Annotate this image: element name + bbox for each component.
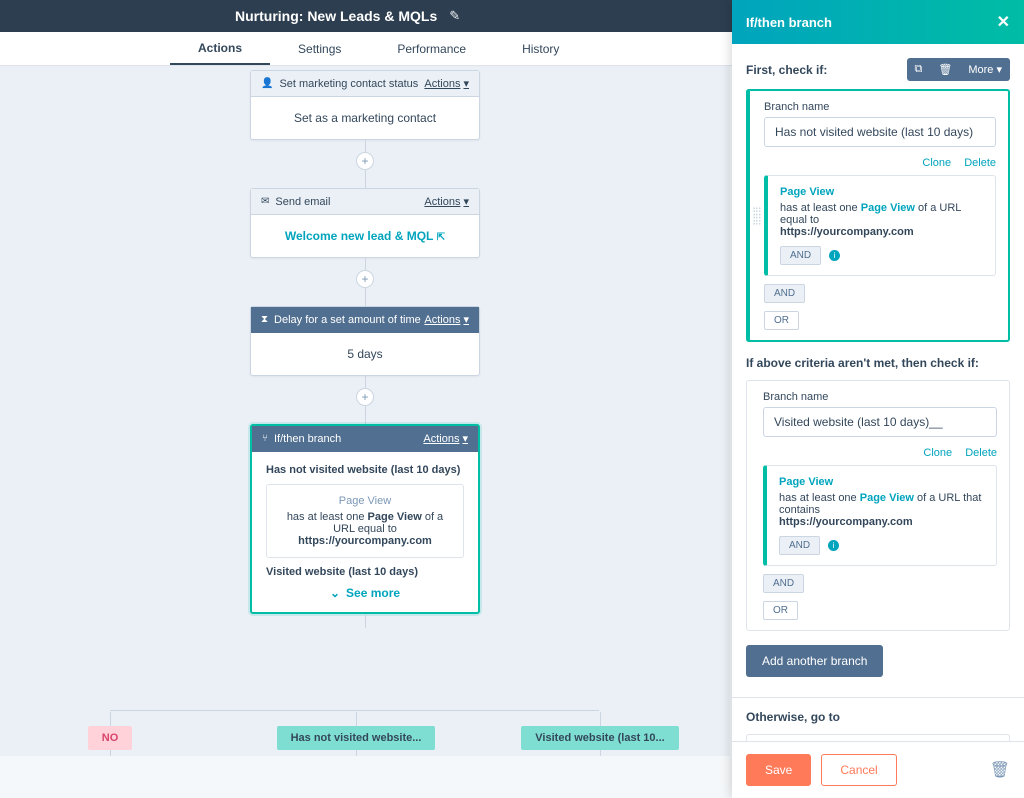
branch-path-2: Visited website (last 10... + — [530, 712, 670, 756]
tab-actions[interactable]: Actions — [170, 32, 270, 65]
trash-icon[interactable]: 🗑 — [990, 760, 1010, 780]
add-step-button[interactable]: + — [356, 152, 374, 170]
branch-name-2: Visited website (last 10 days) — [266, 566, 464, 578]
add-branch-button[interactable]: Add another branch — [746, 645, 883, 677]
connector — [365, 406, 366, 424]
branch-name-label: Branch name — [763, 391, 997, 403]
card-set-status[interactable]: 👤Set marketing contact status Actions ▾ … — [250, 70, 480, 140]
connector — [365, 258, 366, 270]
branch-name-input[interactable] — [763, 407, 997, 437]
chevron-down-icon: ▾ — [463, 195, 469, 208]
card-body: Set as a marketing contact — [251, 97, 479, 139]
edit-title-icon[interactable]: ✎ — [449, 8, 460, 24]
or-chip[interactable]: OR — [763, 601, 798, 620]
save-button[interactable]: Save — [746, 754, 811, 786]
branch-name-label: Branch name — [764, 101, 996, 113]
branch-block-2: Branch name Clone Delete Page View has a… — [746, 380, 1010, 631]
delete-link[interactable]: Delete — [964, 157, 996, 169]
and-chip[interactable]: AND — [779, 536, 820, 555]
branch-tag-no[interactable]: NO — [88, 726, 133, 750]
criteria-url: https://yourcompany.com — [779, 516, 984, 528]
branch-tag-2[interactable]: Visited website (last 10... — [521, 726, 678, 750]
chevron-down-icon: ▾ — [463, 77, 469, 90]
connector — [365, 376, 366, 388]
criteria-box: Page View has at least one Page View of … — [266, 484, 464, 558]
panel-title: If/then branch — [746, 15, 832, 30]
workflow-canvas[interactable]: 👤Set marketing contact status Actions ▾ … — [0, 66, 730, 756]
criteria-title: Page View — [780, 186, 983, 198]
connector — [365, 614, 366, 628]
criteria-url: https://yourcompany.com — [780, 226, 983, 238]
close-icon[interactable]: ✕ — [997, 12, 1010, 32]
card-actions-menu[interactable]: Actions ▾ — [424, 195, 469, 208]
drag-handle-icon[interactable]: ⠿⠿⠿ — [750, 91, 760, 340]
email-icon: ✉ — [261, 196, 269, 207]
card-actions-menu[interactable]: Actions ▾ — [423, 432, 468, 445]
add-step-button[interactable]: + — [356, 388, 374, 406]
and-chip[interactable]: AND — [764, 284, 805, 303]
criteria-title: Page View — [277, 495, 453, 507]
card-send-email[interactable]: ✉ Send email Actions ▾ Welcome new lead &… — [250, 188, 480, 258]
panel-footer: Save Cancel 🗑 — [732, 741, 1024, 798]
workflow-title: Nurturing: New Leads & MQLs — [235, 8, 437, 24]
branch-name-1: Has not visited website (last 10 days) — [266, 464, 464, 476]
and-chip[interactable]: AND — [780, 246, 821, 265]
connector — [365, 288, 366, 306]
connector — [365, 140, 366, 152]
branch-path-1: Has not visited website... + — [286, 712, 426, 756]
tab-settings[interactable]: Settings — [270, 32, 369, 65]
or-chip[interactable]: OR — [764, 311, 799, 330]
card-title: Send email — [275, 196, 330, 208]
panel-toolbar: ⧉ 🗑 More ▾ — [907, 58, 1010, 81]
email-link[interactable]: Welcome new lead & MQL — [285, 229, 433, 243]
copy-button[interactable]: ⧉ — [907, 58, 931, 81]
otherwise-label: Otherwise, go to — [746, 710, 1010, 724]
card-delay[interactable]: ⧗ Delay for a set amount of time Actions … — [250, 306, 480, 376]
more-button[interactable]: More ▾ — [960, 58, 1010, 81]
criteria-box[interactable]: Page View has at least one Page View of … — [764, 175, 996, 276]
criteria-box[interactable]: Page View has at least one Page View of … — [763, 465, 997, 566]
side-panel: If/then branch ✕ First, check if: ⧉ 🗑 Mo… — [732, 0, 1024, 798]
card-if-then-branch[interactable]: ⑂ If/then branch Actions ▾ Has not visite… — [250, 424, 480, 614]
card-actions-menu[interactable]: Actions ▾ — [424, 313, 469, 326]
and-chip[interactable]: AND — [763, 574, 804, 593]
tab-performance[interactable]: Performance — [369, 32, 494, 65]
connector — [365, 170, 366, 188]
above-criteria-label: If above criteria aren't met, then check… — [746, 356, 1010, 370]
chevron-down-icon: ⌄ — [330, 586, 340, 600]
card-title: Set marketing contact status — [279, 78, 418, 90]
card-title: Delay for a set amount of time — [274, 314, 421, 326]
branch-horizontal-line — [110, 710, 599, 711]
branch-name-input[interactable] — [764, 117, 996, 147]
chevron-down-icon: ▾ — [463, 313, 469, 326]
delete-link[interactable]: Delete — [965, 447, 997, 459]
branch-icon: ⑂ — [262, 433, 268, 444]
contact-icon: 👤 — [261, 78, 273, 89]
branch-tag-1[interactable]: Has not visited website... — [277, 726, 436, 750]
see-more-link[interactable]: ⌄See more — [266, 578, 464, 600]
add-step-button[interactable]: + — [356, 270, 374, 288]
tab-history[interactable]: History — [494, 32, 587, 65]
panel-header: If/then branch ✕ — [732, 0, 1024, 44]
first-check-label: First, check if: — [746, 63, 827, 77]
card-title: If/then branch — [274, 433, 341, 445]
criteria-title: Page View — [779, 476, 984, 488]
delete-button[interactable]: 🗑 — [930, 58, 960, 81]
card-actions-menu[interactable]: Actions ▾ — [424, 77, 469, 90]
external-link-icon[interactable]: ⇱ — [437, 232, 445, 243]
branch-path-no: NO + — [40, 712, 180, 756]
clone-link[interactable]: Clone — [922, 157, 951, 169]
branch-block-otherwise: Branch name — [746, 734, 1010, 741]
clone-link[interactable]: Clone — [923, 447, 952, 459]
cancel-button[interactable]: Cancel — [821, 754, 896, 786]
hourglass-icon: ⧗ — [261, 314, 268, 325]
divider — [732, 697, 1024, 698]
info-icon[interactable]: i — [829, 250, 840, 261]
card-body: 5 days — [251, 333, 479, 375]
chevron-down-icon: ▾ — [462, 432, 468, 445]
branch-block-1: ⠿⠿⠿ Branch name Clone Delete Page View h… — [746, 89, 1010, 342]
info-icon[interactable]: i — [828, 540, 839, 551]
